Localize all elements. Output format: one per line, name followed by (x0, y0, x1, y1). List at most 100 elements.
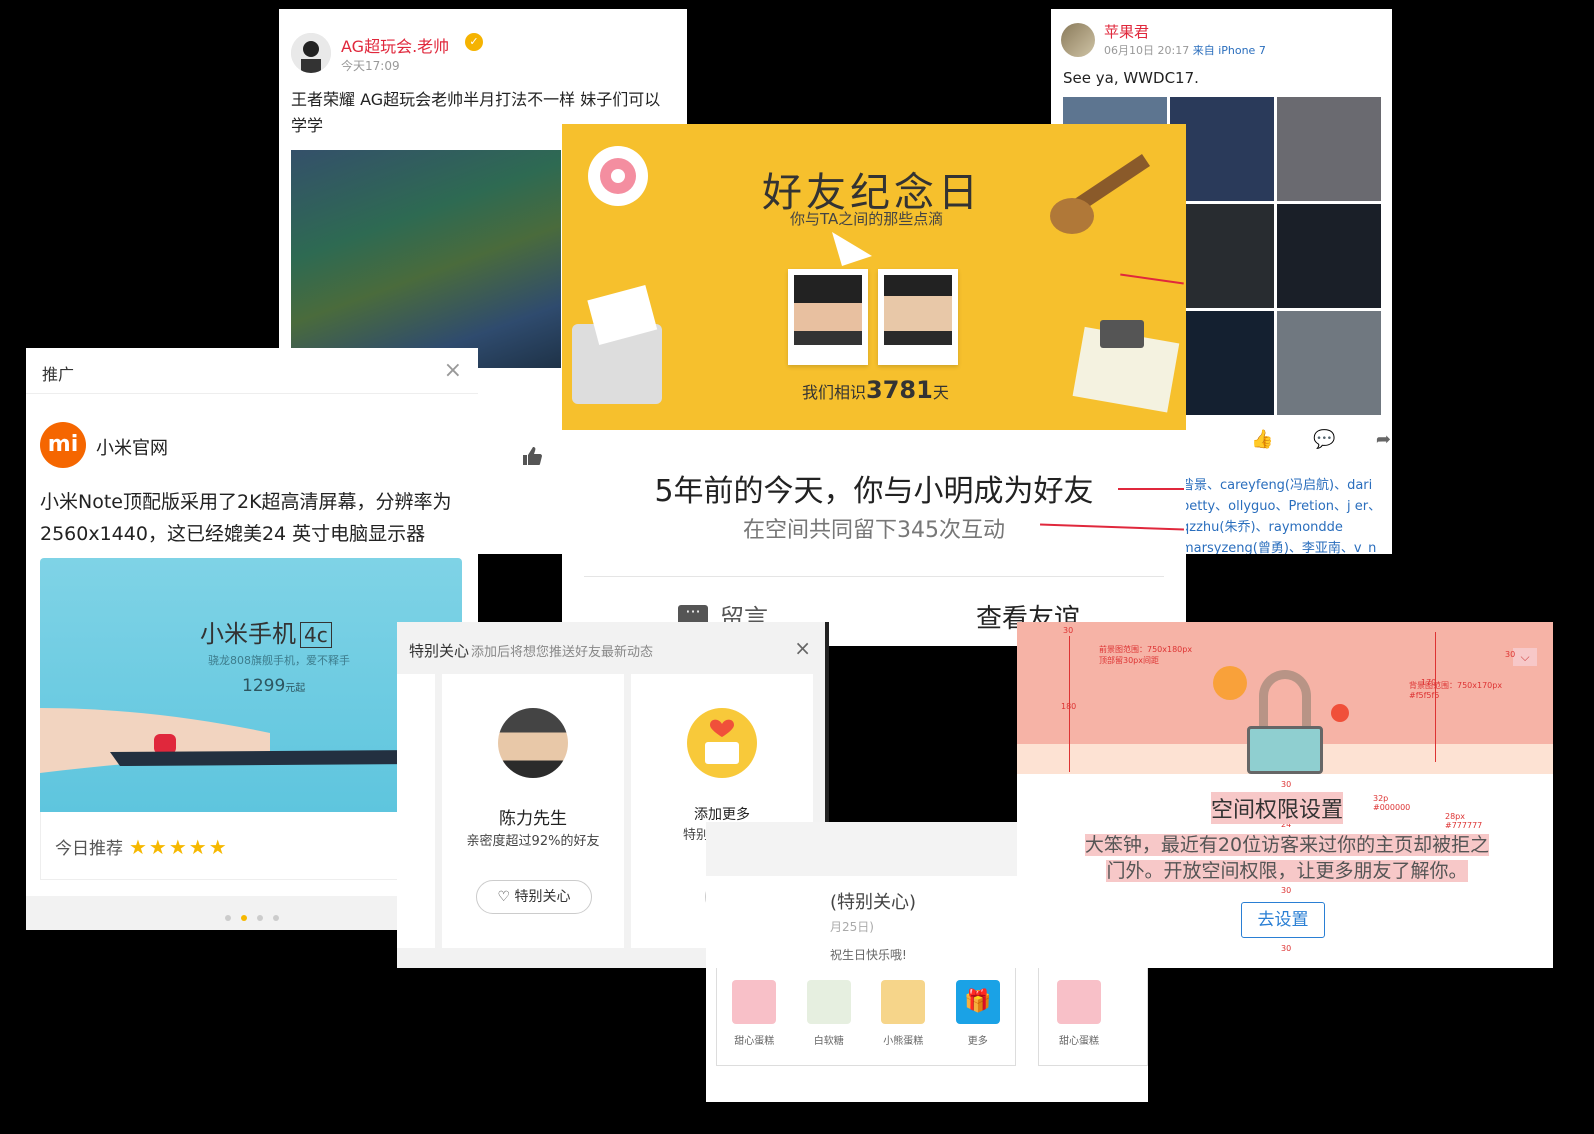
iphone-source[interactable]: 来自 iPhone 7 (1193, 44, 1266, 57)
heart-icon: ♡ (497, 889, 511, 905)
friend-name: 陈力先生 (499, 809, 567, 829)
gift-item[interactable]: 甜心蛋糕 (726, 980, 782, 1065)
photo[interactable] (1277, 204, 1381, 308)
xiaomi-logo[interactable]: mi (40, 422, 86, 468)
carousel-dot[interactable] (273, 915, 279, 921)
ag-name[interactable]: AG超玩会.老帅 (341, 33, 449, 57)
birthday-line: 祝生日快乐哦! (830, 948, 907, 962)
ann-bg2: #f5f5f5 (1409, 691, 1440, 700)
ad-header: 推广 (26, 348, 478, 394)
gift-list: 甜心蛋糕 白软糖 小熊蛋糕 🎁 更多 (716, 968, 1016, 1066)
iphone-name[interactable]: 苹果君 (1104, 21, 1149, 42)
friend-photo-right (878, 269, 958, 365)
chat-bubble-icon (1331, 704, 1349, 722)
verified-icon: ✓ (465, 33, 483, 51)
share-icon[interactable]: ➦ (1376, 429, 1391, 450)
today-recommend-label: 今日推荐 (55, 839, 123, 859)
measure-30-btn: 30 (1281, 886, 1292, 895)
comment-icon[interactable]: 💬 (1313, 429, 1335, 450)
candy-icon (806, 980, 851, 1024)
chevron-down-icon[interactable]: ⌵ (1513, 648, 1537, 666)
measure-30-title: 30 (1281, 780, 1292, 789)
annotation-foreground: 前景图范围：750x180px 顶部留30px间距 (1099, 644, 1192, 666)
chat-bubble-icon (1213, 666, 1247, 700)
friend-photo-left (788, 269, 868, 365)
measure-180: 180 (1061, 702, 1077, 711)
divider (584, 576, 1164, 577)
annotation-line (1118, 488, 1184, 490)
ann-bg: 背景图范围：750x170px (1409, 681, 1503, 690)
desc-line-2: 门外。开放空间权限，让更多朋友了解你。 (1106, 860, 1468, 882)
annotation-background: 背景图范围：750x170px #f5f5f5 (1409, 680, 1502, 700)
gift-icon: 🎁 (955, 980, 1000, 1024)
days-suffix: 天 (932, 383, 949, 402)
gift-label: 甜心蛋糕 (1059, 1036, 1099, 1047)
ad-description: 小米Note顶配版采用了2K超高清屏幕，分辨率为2560x1440，这已经媲美2… (40, 491, 452, 545)
anniversary-banner: 好友纪念日 你与TA之间的那些点滴 我们相识3781天 (562, 124, 1186, 430)
annotation-desc-font: 28px #777777 (1445, 812, 1482, 830)
friend-anniversary-card: 好友纪念日 你与TA之间的那些点滴 我们相识3781天 5年前的今天，你与小明成… (562, 124, 1186, 646)
add-more-title: 添加更多 (694, 807, 750, 823)
measure-30-bottom: 30 (1281, 944, 1292, 953)
iphone-avatar[interactable] (1061, 23, 1095, 57)
birthday-date: 月25日) (830, 920, 874, 934)
gift-item[interactable]: 白软糖 (801, 980, 857, 1065)
iphone-meta: 06月10日 20:17 来自 iPhone 7 (1104, 42, 1266, 58)
days-value: 3781 (866, 376, 933, 404)
birthday-title: (特别关心) (830, 892, 917, 913)
care-header: 特别关心 添加后将想您推送好友最新动态 (409, 640, 653, 661)
gift-item[interactable]: 🎁 更多 (950, 980, 1006, 1065)
care-hint: 添加后将想您推送好友最新动态 (471, 645, 654, 660)
like-icon[interactable] (521, 445, 543, 467)
measure-30: 30 (1063, 626, 1074, 635)
gift-label: 更多 (967, 1036, 988, 1047)
iphone-date: 06月10日 20:17 (1104, 44, 1190, 57)
carousel-dot-active[interactable] (241, 915, 247, 921)
gift-label: 甜心蛋糕 (734, 1036, 775, 1047)
gift-item[interactable]: 甜心蛋糕 (1051, 980, 1107, 1047)
hearts-icon (687, 708, 757, 778)
ann-32c: #000000 (1373, 803, 1411, 812)
gift-item[interactable]: 小熊蛋糕 (875, 980, 931, 1065)
gift-label: 白软糖 (813, 1036, 844, 1047)
lock-icon (1247, 726, 1323, 774)
space-permission-card: ⌵ 30 180 170 30 前景图范围：750x180px 顶部留30px间距… (1017, 622, 1553, 968)
ann-32: 32p (1373, 794, 1389, 803)
days-prefix: 我们相识 (802, 383, 867, 402)
go-settings-button[interactable]: 去设置 (1241, 902, 1325, 938)
carousel-dot[interactable] (257, 915, 263, 921)
ann-28c: #777777 (1445, 821, 1483, 830)
rating-stars-icon: ★★★★★ (129, 835, 229, 859)
care-title: 特别关心 (409, 642, 470, 660)
ann-28: 28px (1445, 812, 1465, 821)
measure-30-right: 30 (1505, 650, 1516, 659)
close-icon[interactable]: × (444, 358, 462, 383)
annotation-title-font: 32p #000000 (1373, 794, 1410, 812)
photo[interactable] (1277, 97, 1381, 201)
ag-video-thumbnail[interactable] (291, 150, 561, 368)
like-icon[interactable]: 👍 (1251, 429, 1273, 450)
permission-description: 大笨钟，最近有20位访客来过你的主页却被拒之 门外。开放空间权限，让更多朋友了解你… (1067, 832, 1507, 884)
cake-icon (732, 980, 777, 1024)
friend-avatar[interactable] (498, 708, 568, 778)
special-care-label: 特别关心 (514, 889, 571, 905)
ann-fg2: 顶部留30px间距 (1099, 656, 1159, 665)
photo[interactable] (1277, 311, 1381, 415)
bear-cake-icon (881, 980, 926, 1024)
special-care-button[interactable]: ♡ 特别关心 (476, 880, 592, 914)
friend-intimacy: 亲密度超过92%的好友 (466, 834, 600, 849)
ad-brand[interactable]: 小米官网 (96, 434, 168, 460)
close-icon[interactable]: × (794, 636, 811, 660)
carousel-dot[interactable] (225, 915, 231, 921)
liker-list[interactable]: 昝景、careyfeng(冯启航)、dari betty、ollyguo、Pre… (1181, 475, 1386, 554)
days-known: 我们相识3781天 (802, 376, 949, 404)
ag-time: 今天17:09 (341, 59, 400, 73)
ag-avatar[interactable] (291, 33, 331, 73)
lock-shackle-icon (1259, 670, 1311, 730)
iphone-actions: 👍 💬 ➦ (1251, 429, 1391, 450)
ann-fg: 前景图范围：750x180px (1099, 645, 1193, 654)
iphone-text: See ya, WWDC17. (1063, 69, 1199, 87)
anniversary-subtitle: 你与TA之间的那些点滴 (790, 210, 944, 228)
care-friend-card[interactable]: 陈力先生 亲密度超过92%的好友 ♡ 特别关心 (442, 674, 624, 948)
anniversary-headline: 5年前的今天，你与小明成为好友 (654, 474, 1094, 509)
